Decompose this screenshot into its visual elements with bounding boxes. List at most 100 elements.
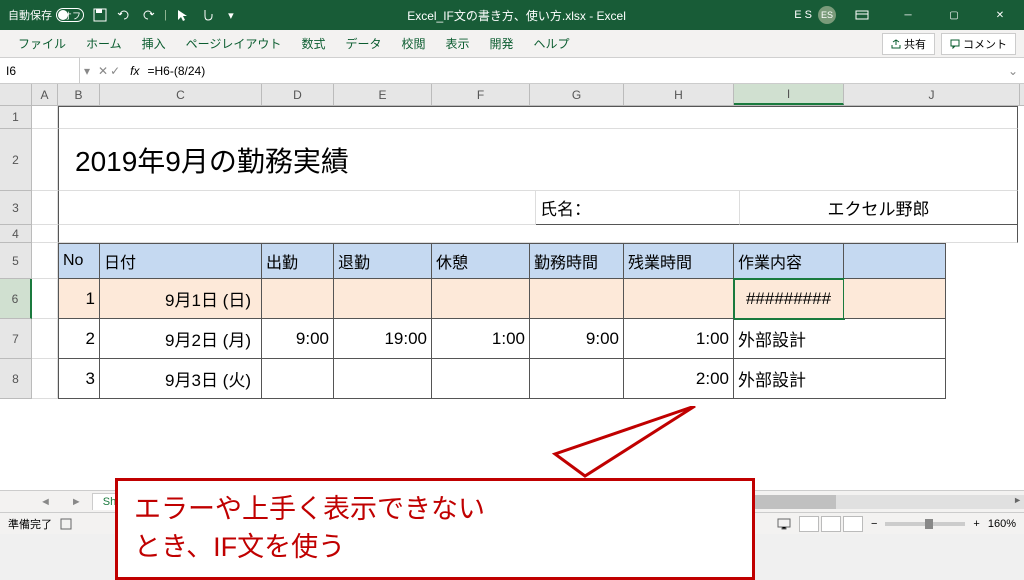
page-break-view-button[interactable] <box>843 516 863 532</box>
cell[interactable] <box>624 279 734 319</box>
scroll-right-icon[interactable]: ► <box>1013 495 1022 505</box>
sheet-nav-next-icon[interactable]: ► <box>71 496 82 508</box>
cell[interactable]: 9月1日 (日) <box>100 279 262 319</box>
cell[interactable]: 9:00 <box>262 319 334 359</box>
cell[interactable]: 1:00 <box>624 319 734 359</box>
close-button[interactable]: ✕ <box>980 0 1020 30</box>
formula-input[interactable]: =H6-(8/24) <box>146 62 1002 80</box>
cell[interactable]: 2 <box>58 319 100 359</box>
cell[interactable] <box>262 359 334 399</box>
row-header[interactable]: 3 <box>0 191 32 225</box>
cell[interactable] <box>432 359 530 399</box>
cell[interactable]: 3 <box>58 359 100 399</box>
display-settings-icon[interactable] <box>777 518 791 530</box>
row-header[interactable]: 2 <box>0 129 32 191</box>
save-icon[interactable] <box>92 7 108 23</box>
minimize-button[interactable]: ─ <box>888 0 928 30</box>
select-all-corner[interactable] <box>0 84 32 105</box>
cell[interactable]: 2:00 <box>624 359 734 399</box>
accept-formula-icon[interactable]: ✓ <box>110 64 120 78</box>
record-macro-icon[interactable] <box>60 518 72 530</box>
titlebar: 自動保存 オフ | ▾ Excel_IF文の書き方、使い方.xlsx - Exc… <box>0 0 1024 30</box>
sheet-grid[interactable]: A B C D E F G H I J 1 2 2019年9月の勤務実績 3 氏… <box>0 84 1024 490</box>
cell[interactable] <box>844 279 946 319</box>
row-header[interactable]: 6 <box>0 279 32 319</box>
col-header[interactable]: D <box>262 84 334 105</box>
row-header[interactable]: 5 <box>0 243 32 279</box>
zoom-level[interactable]: 160% <box>988 518 1016 530</box>
row-header[interactable]: 4 <box>0 225 32 243</box>
th-date: 日付 <box>100 243 262 279</box>
zoom-out-button[interactable]: − <box>871 518 877 530</box>
col-header[interactable]: H <box>624 84 734 105</box>
ribbon-options-icon[interactable] <box>842 0 882 30</box>
cell[interactable]: 1 <box>58 279 100 319</box>
normal-view-button[interactable] <box>799 516 819 532</box>
formula-bar: I6 ▾ ✕ ✓ fx =H6-(8/24) ⌄ <box>0 58 1024 84</box>
share-icon <box>891 39 901 49</box>
cell[interactable]: 19:00 <box>334 319 432 359</box>
col-header[interactable]: J <box>844 84 1020 105</box>
name-box[interactable]: I6 <box>0 58 80 83</box>
zoom-slider[interactable] <box>885 522 965 526</box>
fx-icon[interactable]: fx <box>130 64 139 78</box>
tab-insert[interactable]: 挿入 <box>132 31 176 56</box>
tab-help[interactable]: ヘルプ <box>524 31 580 56</box>
cell[interactable] <box>262 279 334 319</box>
zoom-in-button[interactable]: + <box>973 518 979 530</box>
user-avatar[interactable]: ES <box>818 6 836 24</box>
cell[interactable]: 9月2日 (月) <box>100 319 262 359</box>
undo-icon[interactable] <box>116 7 132 23</box>
cell[interactable]: 1:00 <box>432 319 530 359</box>
col-header[interactable]: C <box>100 84 262 105</box>
comment-icon <box>950 39 960 49</box>
annotation-callout: エラーや上手く表示できない とき、IF文を使う <box>115 446 755 580</box>
row-header[interactable]: 1 <box>0 106 32 129</box>
comment-button[interactable]: コメント <box>941 33 1016 55</box>
share-button[interactable]: 共有 <box>882 33 935 55</box>
cell[interactable] <box>530 359 624 399</box>
ribbon-tabs: ファイル ホーム 挿入 ページレイアウト 数式 データ 校閲 表示 開発 ヘルプ… <box>0 30 1024 58</box>
col-header[interactable]: G <box>530 84 624 105</box>
col-header[interactable]: I <box>734 84 844 105</box>
touch-icon[interactable] <box>199 7 215 23</box>
tab-data[interactable]: データ <box>335 31 391 56</box>
cell[interactable]: 9:00 <box>530 319 624 359</box>
cell[interactable] <box>432 279 530 319</box>
tab-home[interactable]: ホーム <box>76 31 132 56</box>
tab-review[interactable]: 校閲 <box>391 31 435 56</box>
col-header[interactable]: A <box>32 84 58 105</box>
cell[interactable]: 9月3日 (火) <box>100 359 262 399</box>
row-header[interactable]: 7 <box>0 319 32 359</box>
cell[interactable] <box>334 279 432 319</box>
cell[interactable]: 外部設計 <box>734 319 946 359</box>
namebox-dropdown-icon[interactable]: ▾ <box>80 64 94 78</box>
cell[interactable] <box>530 279 624 319</box>
th-work: 勤務時間 <box>530 243 624 279</box>
maximize-button[interactable]: ▢ <box>934 0 974 30</box>
expand-formula-icon[interactable]: ⌄ <box>1002 64 1024 78</box>
sheet-nav-prev-icon[interactable]: ◄ <box>40 496 51 508</box>
redo-icon[interactable] <box>140 7 156 23</box>
cursor-icon[interactable] <box>175 7 191 23</box>
page-layout-view-button[interactable] <box>821 516 841 532</box>
callout-line2: とき、IF文を使う <box>134 529 736 567</box>
selected-cell[interactable]: ######### <box>734 279 844 319</box>
col-header[interactable]: E <box>334 84 432 105</box>
tab-formulas[interactable]: 数式 <box>291 31 335 56</box>
cancel-formula-icon[interactable]: ✕ <box>98 64 108 78</box>
tab-layout[interactable]: ページレイアウト <box>176 31 292 56</box>
sheet-title: 2019年9月の勤務実績 <box>63 140 349 180</box>
col-header[interactable]: F <box>432 84 530 105</box>
tab-view[interactable]: 表示 <box>435 31 479 56</box>
tab-developer[interactable]: 開発 <box>480 31 524 56</box>
autosave-toggle[interactable]: 自動保存 オフ <box>8 7 84 23</box>
qat-dropdown-icon[interactable]: ▾ <box>223 7 239 23</box>
name-label: 氏名： <box>536 191 740 225</box>
row-header[interactable]: 8 <box>0 359 32 399</box>
tab-file[interactable]: ファイル <box>8 31 76 56</box>
cell[interactable]: 外部設計 <box>734 359 946 399</box>
callout-line1: エラーや上手く表示できない <box>134 491 736 529</box>
cell[interactable] <box>334 359 432 399</box>
col-header[interactable]: B <box>58 84 100 105</box>
